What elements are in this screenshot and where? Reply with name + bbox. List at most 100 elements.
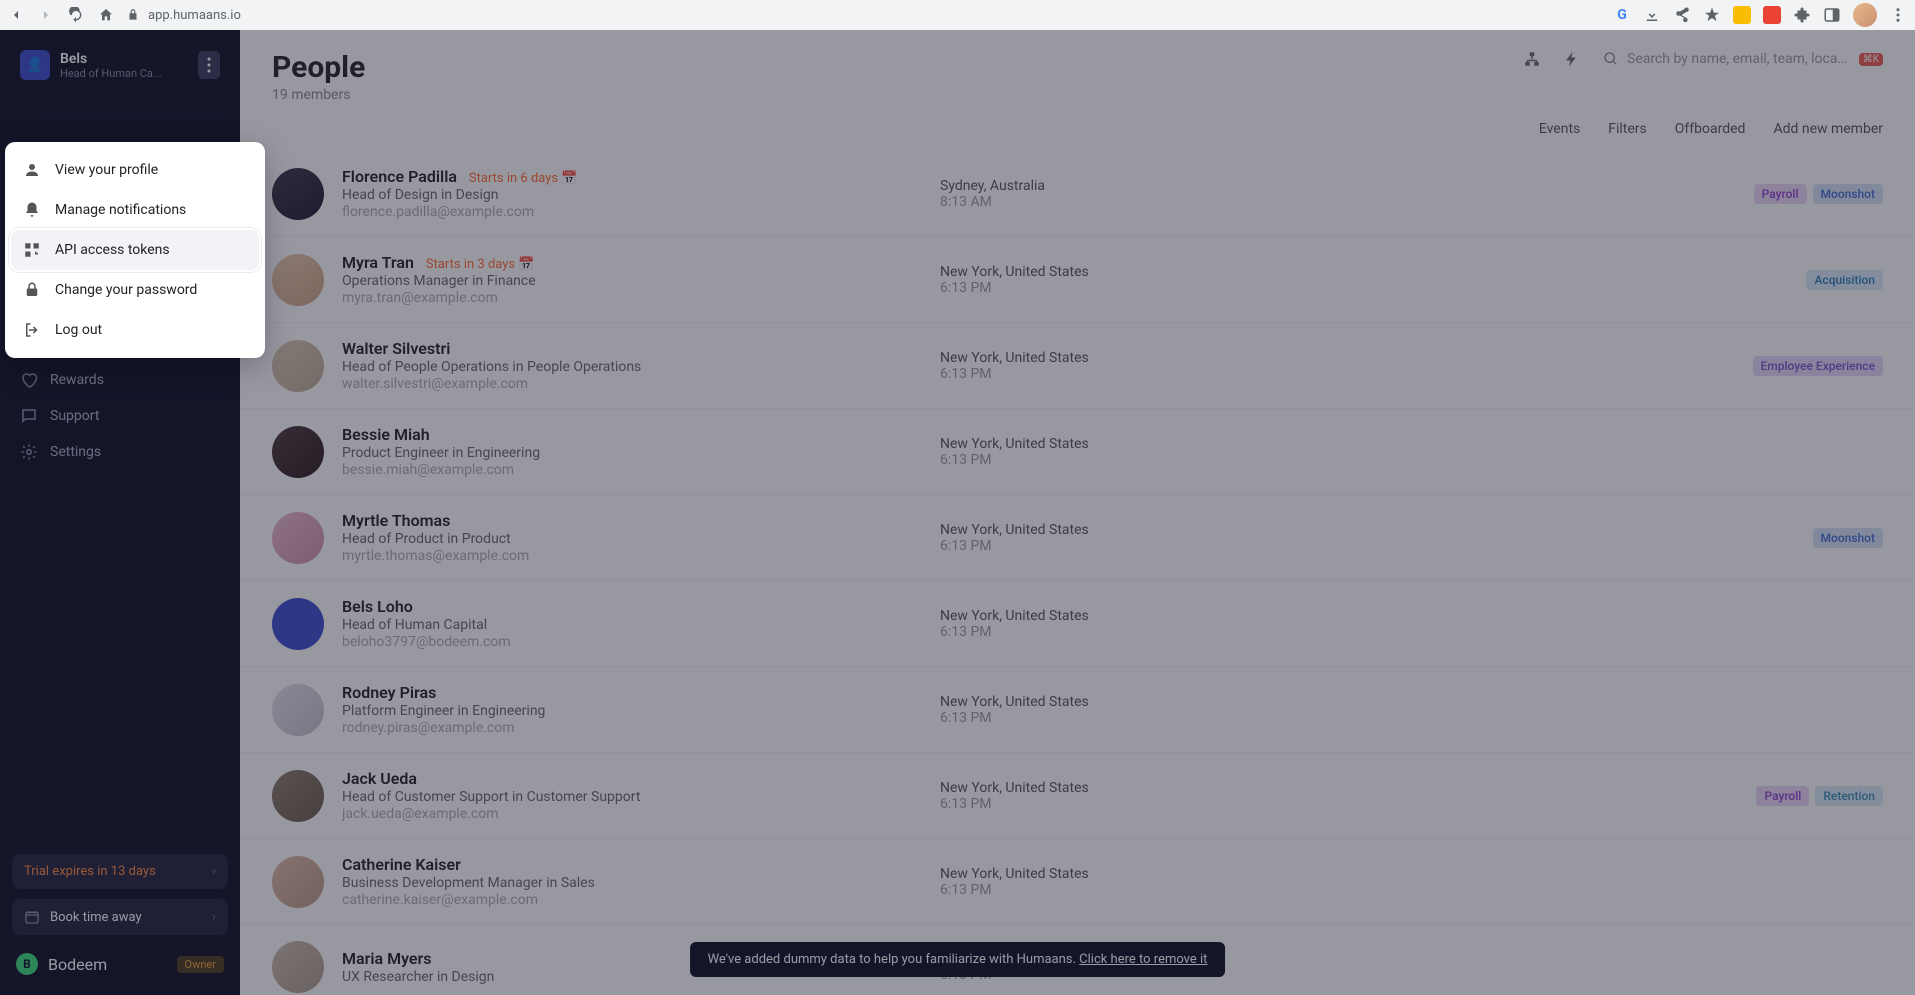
person-row[interactable]: Bessie Miah Product Engineer in Engineer… xyxy=(240,409,1915,495)
sidebar-item-label: Support xyxy=(50,408,99,424)
person-role: Product Engineer in Engineering xyxy=(342,445,922,461)
tag: Payroll xyxy=(1756,786,1809,806)
home-icon[interactable] xyxy=(98,7,114,23)
user-menu-button[interactable] xyxy=(198,51,220,79)
sidepanel-icon[interactable] xyxy=(1823,6,1841,24)
extension-icon-2[interactable] xyxy=(1763,6,1781,24)
toolbar-events[interactable]: Events xyxy=(1539,121,1580,137)
dropdown-notifications[interactable]: Manage notifications xyxy=(5,190,265,230)
user-avatar: 👤 xyxy=(20,50,50,80)
chevron-right-icon: › xyxy=(212,910,216,925)
starts-badge: Starts in 3 days 📅 xyxy=(426,257,535,272)
tag: Moonshot xyxy=(1813,528,1883,548)
search-box[interactable]: Search by name, email, team, location ⌘K xyxy=(1603,51,1883,67)
person-name: Catherine Kaiser xyxy=(342,855,461,874)
search-icon xyxy=(1603,51,1619,67)
bolt-icon[interactable] xyxy=(1563,50,1581,68)
org-chart-icon[interactable] xyxy=(1523,50,1541,68)
person-tags: PayrollMoonshot xyxy=(1754,184,1883,204)
person-row[interactable]: Rodney Piras Platform Engineer in Engine… xyxy=(240,667,1915,753)
browser-profile-avatar[interactable] xyxy=(1853,3,1877,27)
org-row[interactable]: B Bodeem Owner xyxy=(12,945,228,983)
forward-icon[interactable] xyxy=(38,7,54,23)
google-icon[interactable]: G xyxy=(1613,6,1631,24)
person-role: Head of Product in Product xyxy=(342,531,922,547)
user-dropdown: View your profile Manage notifications A… xyxy=(5,142,265,358)
gear-icon xyxy=(20,443,38,461)
org-name: Bodeem xyxy=(48,955,107,974)
url-text: app.humaans.io xyxy=(148,8,241,23)
person-name: Walter Silvestri xyxy=(342,339,450,358)
person-email: beloho3797@bodeem.com xyxy=(342,634,922,650)
browser-menu-icon[interactable] xyxy=(1889,6,1907,24)
sidebar-item-support[interactable]: Support xyxy=(12,398,228,434)
install-icon[interactable] xyxy=(1643,6,1661,24)
person-tags: Employee Experience xyxy=(1753,356,1883,376)
main-content: People 19 members Search by name, email,… xyxy=(240,30,1915,995)
person-row[interactable]: Myra Tran Starts in 3 days 📅 Operations … xyxy=(240,237,1915,323)
person-role: Operations Manager in Finance xyxy=(342,273,922,289)
book-text: Book time away xyxy=(50,910,142,925)
calendar-icon xyxy=(24,909,40,925)
person-location: New York, United States xyxy=(940,694,1180,710)
person-avatar xyxy=(272,254,324,306)
person-role: Head of Design in Design xyxy=(342,187,922,203)
extension-icon-1[interactable] xyxy=(1733,6,1751,24)
toolbar-add-member[interactable]: Add new member xyxy=(1773,121,1883,137)
url-bar[interactable]: app.humaans.io xyxy=(126,8,1601,23)
toast-link[interactable]: Click here to remove it xyxy=(1079,952,1207,967)
trial-pill[interactable]: Trial expires in 13 days › xyxy=(12,854,228,889)
person-location: New York, United States xyxy=(940,436,1180,452)
dropdown-api-tokens[interactable]: API access tokens xyxy=(11,230,259,270)
sidebar-item-settings[interactable]: Settings xyxy=(12,434,228,470)
starts-badge: Starts in 6 days 📅 xyxy=(469,171,578,186)
owner-badge: Owner xyxy=(177,956,224,973)
search-shortcut: ⌘K xyxy=(1859,53,1883,66)
bell-icon xyxy=(23,201,41,219)
dropdown-label: View your profile xyxy=(55,162,158,178)
person-row[interactable]: Myrtle Thomas Head of Product in Product… xyxy=(240,495,1915,581)
person-avatar xyxy=(272,941,324,993)
sidebar-item-label: Settings xyxy=(50,444,101,460)
sidebar-item-rewards[interactable]: Rewards xyxy=(12,362,228,398)
person-time: 6:13 PM xyxy=(940,280,1180,296)
people-list: Florence Padilla Starts in 6 days 📅 Head… xyxy=(240,151,1915,995)
dropdown-change-password[interactable]: Change your password xyxy=(5,270,265,310)
person-avatar xyxy=(272,340,324,392)
person-tags: PayrollRetention xyxy=(1756,786,1883,806)
back-icon[interactable] xyxy=(8,7,24,23)
share-icon[interactable] xyxy=(1673,6,1691,24)
dropdown-logout[interactable]: Log out xyxy=(5,310,265,350)
person-time: 8:13 AM xyxy=(940,194,1180,210)
reload-icon[interactable] xyxy=(68,7,84,23)
person-email: myra.tran@example.com xyxy=(342,290,922,306)
person-location: New York, United States xyxy=(940,522,1180,538)
person-name: Maria Myers xyxy=(342,949,432,968)
person-row[interactable]: Catherine Kaiser Business Development Ma… xyxy=(240,839,1915,925)
person-row[interactable]: Jack Ueda Head of Customer Support in Cu… xyxy=(240,753,1915,839)
book-time-pill[interactable]: Book time away › xyxy=(12,899,228,935)
person-name: Bels Loho xyxy=(342,597,413,616)
page-title: People xyxy=(272,50,365,85)
person-time: 6:13 PM xyxy=(940,366,1180,382)
person-role: Head of People Operations in People Oper… xyxy=(342,359,922,375)
person-role: Head of Customer Support in Customer Sup… xyxy=(342,789,922,805)
user-header[interactable]: 👤 Bels Head of Human Ca... xyxy=(12,42,228,88)
person-location: New York, United States xyxy=(940,608,1180,624)
toolbar: Events Filters Offboarded Add new member xyxy=(240,111,1915,151)
person-name: Myra Tran xyxy=(342,253,414,272)
person-name: Rodney Piras xyxy=(342,683,436,702)
dropdown-label: Manage notifications xyxy=(55,202,186,218)
person-email: catherine.kaiser@example.com xyxy=(342,892,922,908)
star-icon[interactable] xyxy=(1703,6,1721,24)
person-row[interactable]: Florence Padilla Starts in 6 days 📅 Head… xyxy=(240,151,1915,237)
toolbar-offboarded[interactable]: Offboarded xyxy=(1675,121,1746,137)
toolbar-filters[interactable]: Filters xyxy=(1608,121,1647,137)
person-row[interactable]: Bels Loho Head of Human Capital beloho37… xyxy=(240,581,1915,667)
person-role: Platform Engineer in Engineering xyxy=(342,703,922,719)
dropdown-view-profile[interactable]: View your profile xyxy=(5,150,265,190)
person-row[interactable]: Walter Silvestri Head of People Operatio… xyxy=(240,323,1915,409)
tag: Employee Experience xyxy=(1753,356,1883,376)
extensions-icon[interactable] xyxy=(1793,6,1811,24)
tag: Acquisition xyxy=(1806,270,1883,290)
